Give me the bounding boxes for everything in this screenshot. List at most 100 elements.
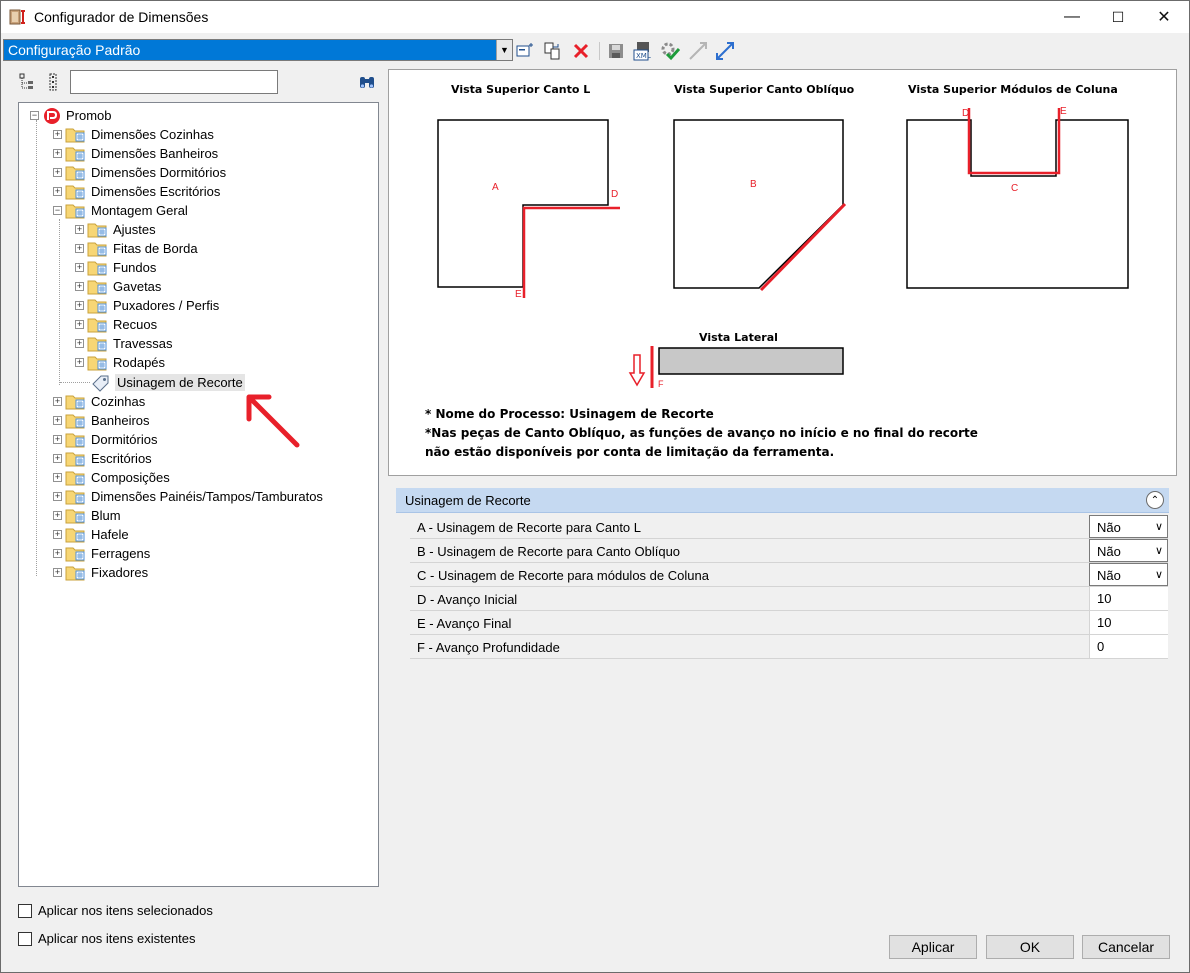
tree-node-ajustes[interactable]: + Ajustes (75, 220, 156, 239)
chevron-down-icon[interactable]: ∨ (1155, 544, 1163, 557)
apply-selected-checkbox-row[interactable]: Aplicar nos itens selecionados (18, 903, 213, 918)
tree-node-puxadores-perfis[interactable]: + Puxadores / Perfis (75, 296, 219, 315)
expand-icon[interactable]: + (53, 168, 62, 177)
tree-node-dimensoes-paineis[interactable]: + Dimensões Painéis/Tampos/Tamburatos (53, 487, 323, 506)
property-row-canto-obliquo[interactable]: B - Usinagem de Recorte para Canto Oblíq… (410, 539, 1168, 563)
tree-node-gavetas[interactable]: + Gavetas (75, 277, 161, 296)
expand-icon[interactable]: + (75, 282, 84, 291)
expand-icon[interactable]: + (53, 149, 62, 158)
tree-node-fitas-de-borda[interactable]: + Fitas de Borda (75, 239, 198, 258)
expand-icon[interactable]: + (53, 568, 62, 577)
ok-button[interactable]: OK (986, 935, 1074, 959)
expand-icon[interactable]: + (53, 492, 62, 501)
property-select-modulos-coluna[interactable]: Não ∨ (1089, 563, 1168, 586)
tree-node-banheiros[interactable]: + Banheiros (53, 411, 150, 430)
property-input-avanco-inicial[interactable]: 10 (1089, 587, 1168, 610)
cancel-button[interactable]: Cancelar (1082, 935, 1170, 959)
expand-icon[interactable]: + (53, 454, 62, 463)
tree-node-escritorios[interactable]: + Escritórios (53, 449, 152, 468)
expand-icon[interactable]: + (75, 244, 84, 253)
expand-icon[interactable]: + (53, 435, 62, 444)
tree-collapse-all-icon[interactable] (17, 72, 37, 92)
delete-icon[interactable] (571, 41, 591, 61)
property-select-canto-l[interactable]: Não ∨ (1089, 515, 1168, 538)
tree-node-composicoes[interactable]: + Composições (53, 468, 170, 487)
expand-icon[interactable]: + (75, 225, 84, 234)
tree-node-dormitorios[interactable]: + Dormitórios (53, 430, 157, 449)
tree-node-label: Cozinhas (91, 394, 146, 409)
tree-node-recuos[interactable]: + Recuos (75, 315, 157, 334)
copy-config-icon[interactable] (543, 41, 563, 61)
tree-node-hafele[interactable]: + Hafele (53, 525, 129, 544)
apply-selected-checkbox[interactable] (18, 903, 32, 918)
tree-node-fixadores[interactable]: + Fixadores (53, 563, 148, 582)
expand-icon[interactable]: + (53, 130, 62, 139)
minimize-button[interactable]: — (1049, 1, 1095, 33)
tree-node-dimensoes-banheiros[interactable]: + Dimensões Banheiros (53, 144, 218, 163)
label-d-coluna: D (962, 108, 970, 119)
property-input-avanco-final[interactable]: 10 (1089, 611, 1168, 634)
expand-icon[interactable]: + (75, 339, 84, 348)
tree-node-dimensoes-dormitorios[interactable]: + Dimensões Dormitórios (53, 163, 226, 182)
collapse-section-icon[interactable]: ⌃ (1146, 491, 1164, 509)
apply-existing-checkbox-row[interactable]: Aplicar nos itens existentes (18, 931, 196, 946)
label-d: D (611, 189, 619, 200)
tree-node-fundos[interactable]: + Fundos (75, 258, 156, 277)
expand-icon[interactable]: + (53, 187, 62, 196)
chevron-down-icon[interactable]: ∨ (1155, 568, 1163, 581)
property-row-avanco-profundidade[interactable]: F - Avanço Profundidade 0 (410, 635, 1168, 659)
expand-icon[interactable]: + (53, 416, 62, 425)
tree-node-dimensoes-escritorios[interactable]: + Dimensões Escritórios (53, 182, 220, 201)
expand-icon[interactable]: + (75, 358, 84, 367)
folder-icon (65, 395, 85, 409)
property-select-canto-obliquo[interactable]: Não ∨ (1089, 539, 1168, 562)
maximize-button[interactable]: ☐ (1095, 1, 1141, 33)
property-row-avanco-inicial[interactable]: D - Avanço Inicial 10 (410, 587, 1168, 611)
settings-check-icon[interactable] (660, 41, 680, 61)
collapse-icon[interactable]: − (53, 206, 62, 215)
expand-icon[interactable]: + (53, 549, 62, 558)
configuration-select[interactable]: Configuração Padrão ▼ (3, 39, 513, 61)
expand-icon[interactable]: + (75, 301, 84, 310)
close-button[interactable]: ✕ (1141, 1, 1187, 33)
tree-node-cozinhas[interactable]: + Cozinhas (53, 392, 145, 411)
export-xml-icon[interactable]: XML (633, 41, 653, 61)
property-value: Não (1097, 544, 1121, 559)
tree-node-dimensoes-cozinhas[interactable]: + Dimensões Cozinhas (53, 125, 214, 144)
property-value: Não (1097, 568, 1121, 583)
expand-icon[interactable]: + (75, 263, 84, 272)
tree-node-promob[interactable]: − Promob (30, 106, 112, 125)
property-row-avanco-final[interactable]: E - Avanço Final 10 (410, 611, 1168, 635)
tree-node-label: Usinagem de Recorte (115, 374, 245, 391)
tree-tools (17, 70, 379, 96)
chevron-down-icon[interactable]: ∨ (1155, 520, 1163, 533)
folder-icon (65, 452, 85, 466)
property-row-modulos-coluna[interactable]: C - Usinagem de Recorte para módulos de … (410, 563, 1168, 587)
expand-icon[interactable]: + (53, 473, 62, 482)
save-icon[interactable] (606, 41, 626, 61)
expand-icon[interactable]: + (53, 511, 62, 520)
expand-icon[interactable]: + (75, 320, 84, 329)
tree-node-ferragens[interactable]: + Ferragens (53, 544, 150, 563)
apply-existing-checkbox[interactable] (18, 931, 32, 946)
collapse-icon[interactable]: − (30, 111, 39, 120)
collapse-arrows-icon[interactable] (688, 41, 708, 61)
tree-node-travessas[interactable]: + Travessas (75, 334, 172, 353)
edit-config-icon[interactable] (515, 41, 535, 61)
tree-node-montagem-geral[interactable]: − Montagem Geral (53, 201, 188, 220)
tree-node-usinagem-de-recorte[interactable]: Usinagem de Recorte (91, 373, 245, 392)
tree-expand-all-icon[interactable] (43, 72, 63, 92)
tree-node-rodapes[interactable]: + Rodapés (75, 353, 165, 372)
folder-icon (87, 242, 107, 256)
tree-search-input[interactable] (70, 70, 278, 94)
chevron-down-icon[interactable]: ▼ (496, 40, 512, 60)
property-input-avanco-profundidade[interactable]: 0 (1089, 635, 1168, 658)
apply-button[interactable]: Aplicar (889, 935, 977, 959)
property-row-canto-l[interactable]: A - Usinagem de Recorte para Canto L Não… (410, 515, 1168, 539)
tree-node-blum[interactable]: + Blum (53, 506, 121, 525)
binoculars-search-icon[interactable] (357, 72, 377, 92)
expand-arrows-icon[interactable] (715, 41, 735, 61)
expand-icon[interactable]: + (53, 397, 62, 406)
expand-icon[interactable]: + (53, 530, 62, 539)
properties-header[interactable]: Usinagem de Recorte ⌃ (396, 488, 1169, 513)
